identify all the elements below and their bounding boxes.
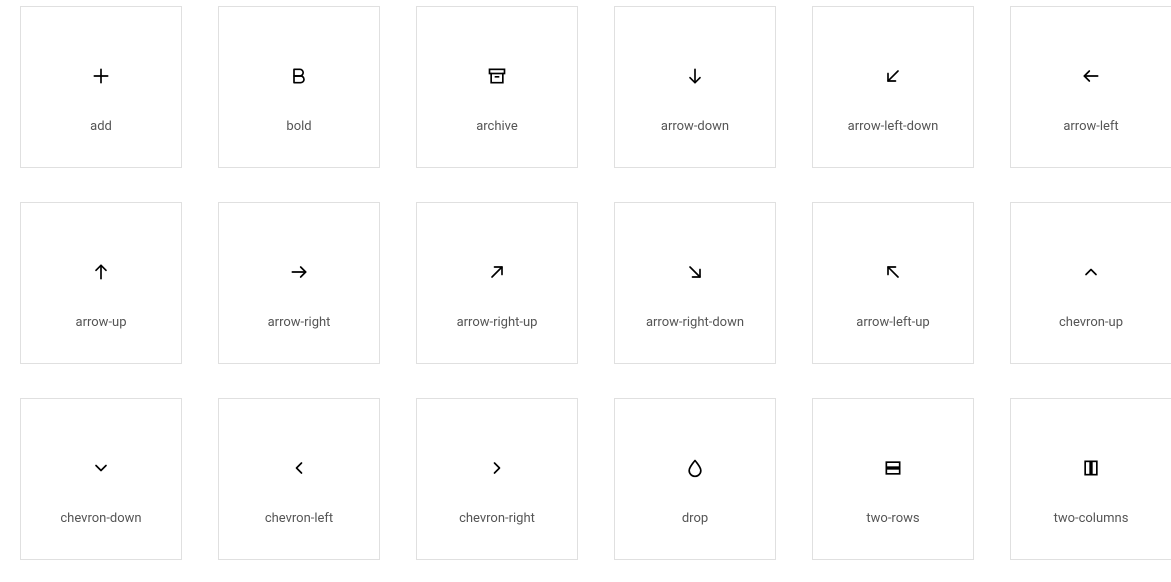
icon-label: arrow-up: [76, 315, 127, 330]
icon-label: two-rows: [866, 511, 919, 526]
icon-card-arrow-up[interactable]: arrow-up: [20, 202, 182, 364]
icon-card-arrow-right-up[interactable]: arrow-right-up: [416, 202, 578, 364]
add-icon: [91, 41, 111, 111]
icon-label: chevron-up: [1059, 315, 1123, 330]
icon-label: arrow-left: [1063, 119, 1118, 134]
arrow-left-down-icon: [883, 41, 903, 111]
icon-card-arrow-right-down[interactable]: arrow-right-down: [614, 202, 776, 364]
icon-card-chevron-left[interactable]: chevron-left: [218, 398, 380, 560]
icon-card-chevron-down[interactable]: chevron-down: [20, 398, 182, 560]
icon-label: chevron-right: [459, 511, 535, 526]
icon-label: arrow-left-down: [848, 119, 939, 134]
icon-label: arrow-right: [268, 315, 331, 330]
two-columns-icon: [1081, 433, 1101, 503]
icon-label: add: [90, 119, 112, 134]
icon-label: bold: [286, 119, 311, 134]
icon-card-two-columns[interactable]: two-columns: [1010, 398, 1171, 560]
icon-card-arrow-down[interactable]: arrow-down: [614, 6, 776, 168]
icon-label: chevron-down: [60, 511, 141, 526]
arrow-down-icon: [685, 41, 705, 111]
chevron-left-icon: [289, 433, 309, 503]
arrow-up-icon: [91, 237, 111, 307]
icon-card-drop[interactable]: drop: [614, 398, 776, 560]
icon-grid: add bold archive arrow-down arrow-left-d…: [20, 6, 1151, 560]
icon-label: arrow-left-up: [856, 315, 929, 330]
chevron-up-icon: [1081, 237, 1101, 307]
arrow-left-icon: [1081, 41, 1101, 111]
icon-label: chevron-left: [265, 511, 333, 526]
icon-card-add[interactable]: add: [20, 6, 182, 168]
arrow-left-up-icon: [883, 237, 903, 307]
arrow-right-up-icon: [487, 237, 507, 307]
drop-icon: [685, 433, 705, 503]
icon-card-archive[interactable]: archive: [416, 6, 578, 168]
chevron-down-icon: [91, 433, 111, 503]
icon-card-arrow-right[interactable]: arrow-right: [218, 202, 380, 364]
chevron-right-icon: [487, 433, 507, 503]
icon-card-two-rows[interactable]: two-rows: [812, 398, 974, 560]
icon-card-arrow-left-up[interactable]: arrow-left-up: [812, 202, 974, 364]
icon-label: arrow-right-down: [646, 315, 744, 330]
arrow-right-down-icon: [685, 237, 705, 307]
icon-card-chevron-up[interactable]: chevron-up: [1010, 202, 1171, 364]
icon-card-chevron-right[interactable]: chevron-right: [416, 398, 578, 560]
icon-label: archive: [476, 119, 518, 134]
icon-label: arrow-down: [661, 119, 729, 134]
bold-icon: [289, 41, 309, 111]
icon-card-arrow-left-down[interactable]: arrow-left-down: [812, 6, 974, 168]
two-rows-icon: [883, 433, 903, 503]
arrow-right-icon: [289, 237, 309, 307]
icon-label: two-columns: [1054, 511, 1129, 526]
icon-label: arrow-right-up: [457, 315, 538, 330]
icon-label: drop: [682, 511, 708, 526]
icon-card-bold[interactable]: bold: [218, 6, 380, 168]
archive-icon: [487, 41, 507, 111]
icon-card-arrow-left[interactable]: arrow-left: [1010, 6, 1171, 168]
